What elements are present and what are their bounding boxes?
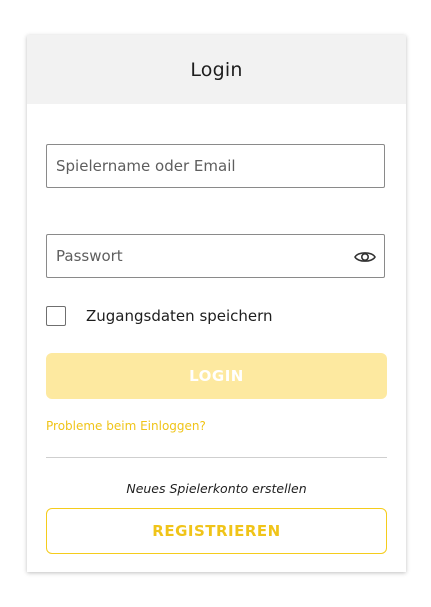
login-card: Login Zugangsdaten speichern LOGIN Probl…	[27, 35, 406, 572]
username-input[interactable]	[47, 145, 384, 187]
register-button[interactable]: REGISTRIEREN	[46, 508, 387, 554]
forgot-password-link[interactable]: Probleme beim Einloggen?	[46, 419, 206, 433]
remember-row: Zugangsdaten speichern	[46, 305, 273, 327]
remember-label[interactable]: Zugangsdaten speichern	[86, 307, 273, 325]
register-button-label: REGISTRIEREN	[152, 522, 281, 540]
password-input[interactable]	[47, 235, 384, 277]
login-button-label: LOGIN	[189, 367, 244, 385]
password-field[interactable]	[46, 234, 385, 278]
page-title: Login	[190, 58, 243, 81]
username-field[interactable]	[46, 144, 385, 188]
eye-icon[interactable]	[353, 245, 377, 269]
card-header: Login	[27, 35, 406, 104]
divider	[46, 457, 387, 458]
new-account-text: Neues Spielerkonto erstellen	[126, 481, 307, 496]
remember-checkbox[interactable]	[46, 306, 66, 326]
login-button[interactable]: LOGIN	[46, 353, 387, 399]
page: Login Zugangsdaten speichern LOGIN Probl…	[0, 0, 431, 607]
